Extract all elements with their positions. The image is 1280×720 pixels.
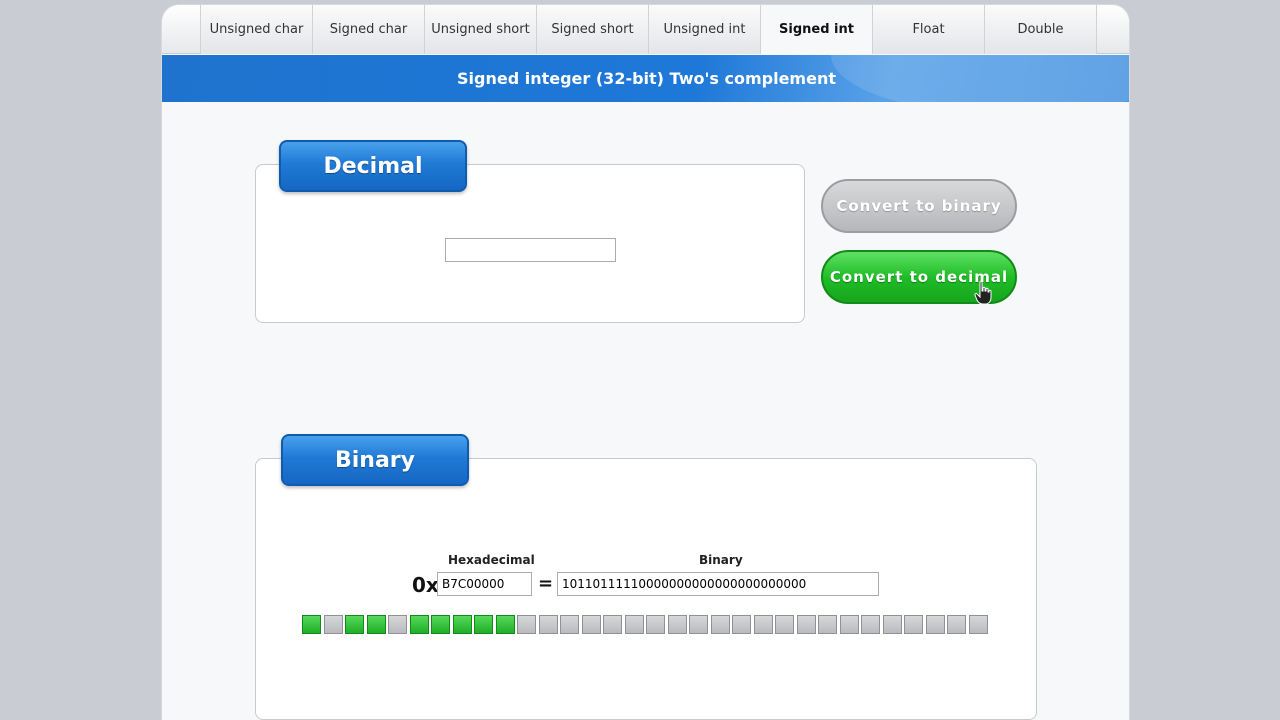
tab-signed-short[interactable]: Signed short — [537, 5, 649, 54]
bit-toggle-2[interactable] — [925, 615, 945, 634]
bit-toggle-0[interactable] — [968, 615, 988, 634]
bit-toggle-31[interactable] — [302, 615, 321, 634]
tab-signed-int[interactable]: Signed int — [761, 5, 873, 54]
type-tab-bar: Unsigned char Signed char Unsigned short… — [162, 5, 1129, 54]
bit-toggle-16[interactable] — [624, 615, 644, 634]
hexadecimal-label: Hexadecimal — [448, 553, 535, 567]
bit-toggle-29[interactable] — [345, 615, 364, 634]
tab-signed-char[interactable]: Signed char — [313, 5, 425, 54]
bit-toggle-11[interactable] — [732, 615, 751, 634]
bit-toggle-26[interactable] — [409, 615, 429, 634]
bit-toggle-25[interactable] — [431, 615, 450, 634]
bit-toggle-30[interactable] — [323, 615, 343, 634]
bit-toggle-18[interactable] — [581, 615, 601, 634]
bit-toggle-1[interactable] — [947, 615, 966, 634]
bit-toggle-23[interactable] — [474, 615, 493, 634]
bit-toggle-5[interactable] — [861, 615, 880, 634]
bit-toggle-27[interactable] — [388, 615, 407, 634]
bit-toggle-19[interactable] — [560, 615, 579, 634]
bit-toggle-row — [302, 615, 988, 635]
bit-toggle-8[interactable] — [796, 615, 816, 634]
binary-section-label: Binary — [281, 434, 469, 486]
bit-toggle-21[interactable] — [517, 615, 536, 634]
bit-toggle-7[interactable] — [818, 615, 837, 634]
bit-toggle-14[interactable] — [667, 615, 687, 634]
bit-toggle-20[interactable] — [538, 615, 558, 634]
bit-toggle-9[interactable] — [775, 615, 794, 634]
tab-unsigned-short[interactable]: Unsigned short — [425, 5, 537, 54]
tab-bar-right-edge — [1097, 5, 1129, 53]
equals-sign: = — [538, 573, 554, 594]
page-title: Signed integer (32-bit) Two's complement — [457, 69, 836, 88]
tab-unsigned-int[interactable]: Unsigned int — [649, 5, 761, 54]
bit-toggle-24[interactable] — [452, 615, 472, 634]
bit-toggle-3[interactable] — [904, 615, 923, 634]
bit-toggle-28[interactable] — [366, 615, 386, 634]
bit-toggle-12[interactable] — [710, 615, 730, 634]
tab-float[interactable]: Float — [873, 5, 985, 54]
hex-prefix: 0x — [412, 573, 439, 597]
bit-toggle-17[interactable] — [603, 615, 622, 634]
bit-toggle-15[interactable] — [646, 615, 665, 634]
binary-input[interactable] — [557, 572, 879, 596]
convert-to-binary-button[interactable]: Convert to binary — [821, 179, 1017, 233]
decimal-section-label: Decimal — [279, 140, 467, 192]
binary-value-label: Binary — [699, 553, 743, 567]
bit-toggle-13[interactable] — [689, 615, 708, 634]
tab-bar-left-edge — [162, 5, 201, 53]
tab-unsigned-char[interactable]: Unsigned char — [201, 5, 313, 54]
type-header-band: Signed integer (32-bit) Two's complement — [162, 55, 1129, 102]
tab-double[interactable]: Double — [985, 5, 1097, 54]
bit-toggle-10[interactable] — [753, 615, 773, 634]
bit-toggle-4[interactable] — [882, 615, 902, 634]
decimal-input[interactable] — [445, 238, 616, 262]
bit-toggle-6[interactable] — [839, 615, 859, 634]
bit-toggle-22[interactable] — [495, 615, 515, 634]
hand-cursor-icon — [974, 280, 992, 305]
hex-input[interactable] — [437, 572, 532, 596]
